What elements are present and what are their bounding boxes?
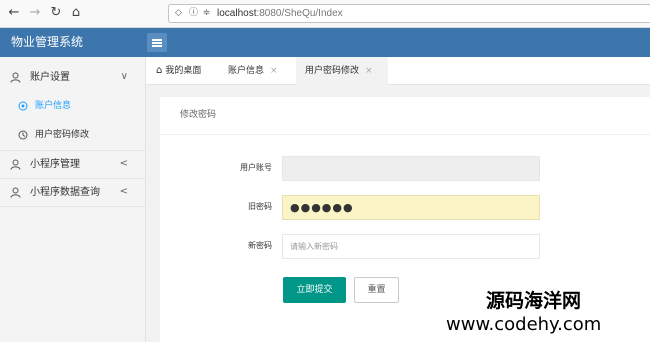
app-title: 物业管理系统 (11, 35, 84, 49)
menu-toggle-button[interactable] (147, 33, 167, 52)
sidebar-group-miniprogram[interactable]: 小程序管理 < (0, 152, 146, 178)
card-title: 修改密码 (180, 110, 217, 120)
watermark-text-url: www.codehy.com (443, 314, 605, 336)
old-password-field[interactable]: ●●●●●● (282, 195, 540, 220)
close-icon[interactable]: × (365, 66, 373, 76)
menu-icon (152, 39, 162, 41)
username-label: 用户账号 (240, 163, 272, 172)
tab-bar: ⌂ 我的桌面 账户信息 × 用户密码修改 × (146, 57, 650, 85)
new-password-label: 新密码 (248, 241, 272, 250)
new-password-field[interactable]: 请输入新密码 (282, 234, 540, 259)
old-password-label: 旧密码 (248, 202, 272, 211)
gear-icon (18, 130, 28, 140)
shield-icon[interactable]: ◇ (173, 8, 184, 19)
tab-desktop[interactable]: ⌂ 我的桌面 (156, 57, 222, 85)
watermark-text-cn: 源码海洋网 (484, 290, 584, 312)
url-text[interactable]: localhost:8080/SheQu/Index (217, 8, 343, 20)
user-icon (10, 72, 21, 83)
chevron-down-icon: ∨ (120, 71, 128, 82)
new-password-placeholder: 请输入新密码 (290, 242, 338, 251)
tab-label: 用户密码修改 (305, 66, 360, 76)
home-icon: ⌂ (156, 65, 163, 76)
sidebar-item-label: 用户密码修改 (35, 130, 90, 140)
submit-button[interactable]: 立即提交 (283, 277, 346, 303)
user-icon (10, 159, 21, 170)
browser-toolbar: ← → ↻ ⌂ ◇ ⓘ ≑ localhost:8080/SheQu/Index (0, 0, 650, 28)
reload-icon[interactable]: ↻ (48, 5, 64, 21)
username-field (282, 156, 540, 181)
tab-label: 账户信息 (228, 66, 265, 76)
sidebar: 账户设置 ∨ 账户信息 用户密码修改 小程序管理 < 小程序数据查询 < (0, 57, 146, 342)
sidebar-group-account-settings[interactable]: 账户设置 ∨ (0, 65, 146, 91)
sidebar-group-label: 账户设置 (30, 72, 70, 83)
tab-account-info[interactable]: 账户信息 × (228, 57, 298, 85)
reset-button[interactable]: 重置 (354, 277, 399, 303)
back-icon[interactable]: ← (6, 5, 22, 21)
address-bar[interactable]: ◇ ⓘ ≑ localhost:8080/SheQu/Index (168, 4, 650, 23)
close-icon[interactable]: × (270, 66, 278, 76)
sidebar-divider (0, 150, 146, 151)
tab-label: 我的桌面 (165, 66, 202, 76)
home-icon[interactable]: ⌂ (68, 5, 84, 21)
card-divider (160, 134, 650, 135)
info-icon[interactable]: ⓘ (188, 8, 199, 19)
url-path: :8080/SheQu/Index (256, 8, 343, 19)
user-icon (10, 187, 21, 198)
sidebar-group-label: 小程序数据查询 (30, 187, 100, 198)
target-icon (18, 101, 28, 111)
tab-password-change[interactable]: 用户密码修改 × (296, 57, 388, 85)
sidebar-item-label: 账户信息 (35, 101, 72, 111)
url-host: localhost (217, 8, 257, 19)
sidebar-item-account-info[interactable]: 账户信息 (0, 93, 146, 120)
sidebar-divider (0, 206, 146, 207)
sidebar-item-password-change[interactable]: 用户密码修改 (0, 122, 146, 149)
app-header: 物业管理系统 (0, 28, 650, 57)
chevron-left-icon: < (119, 186, 128, 197)
sidebar-group-data-query[interactable]: 小程序数据查询 < (0, 180, 146, 206)
sidebar-divider (0, 178, 146, 179)
forward-icon[interactable]: → (27, 5, 43, 21)
permissions-icon[interactable]: ≑ (201, 8, 212, 19)
chevron-left-icon: < (119, 158, 128, 169)
sidebar-group-label: 小程序管理 (30, 159, 80, 170)
